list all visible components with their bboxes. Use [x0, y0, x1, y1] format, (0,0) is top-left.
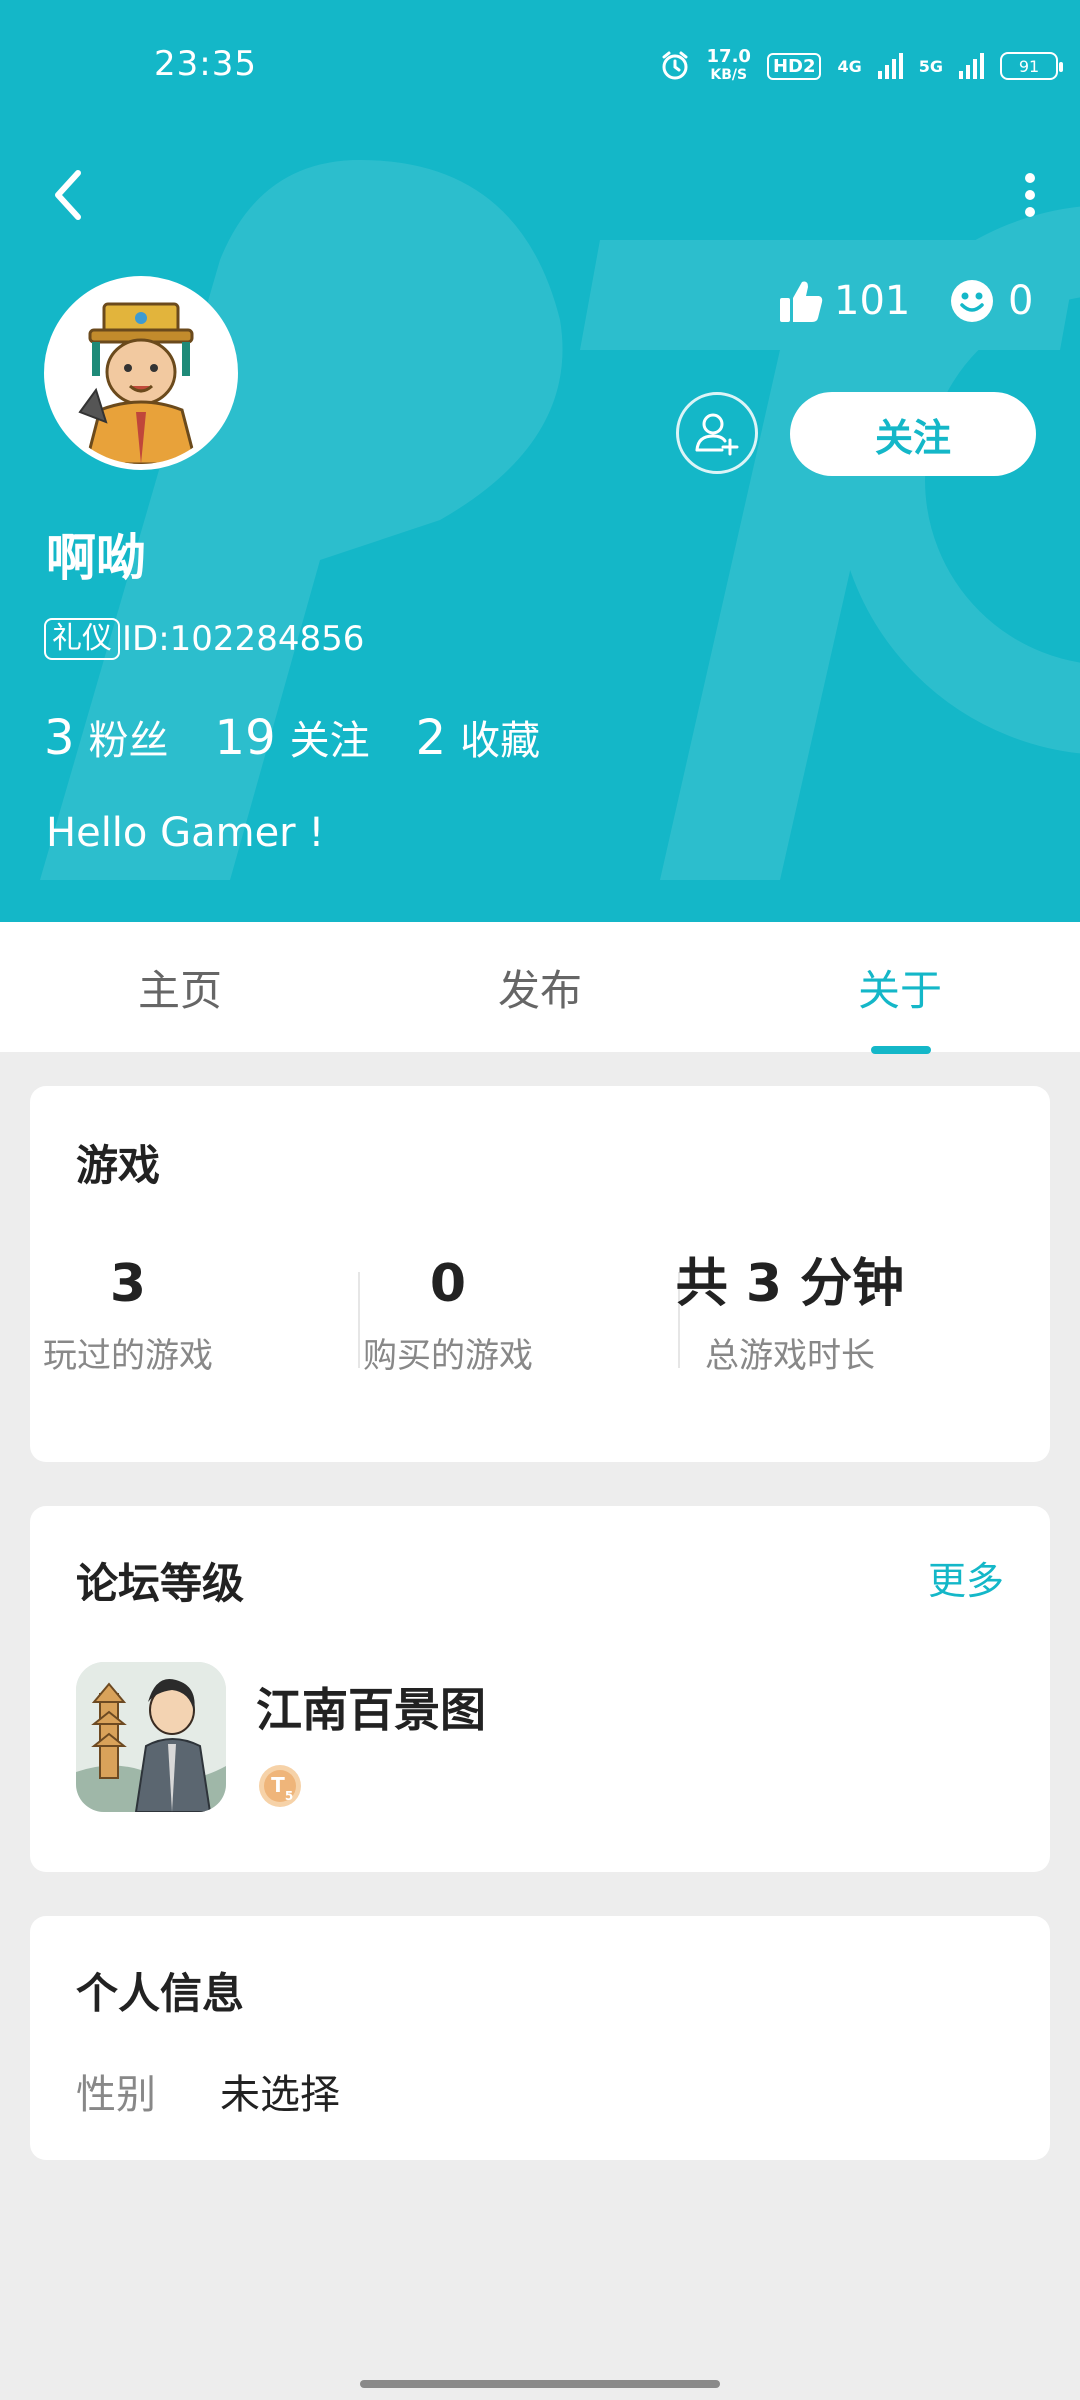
tab-posts[interactable]: 发布: [390, 922, 690, 1052]
personal-info-card: 个人信息 性别 未选择: [30, 1916, 1050, 2160]
battery-icon: 91: [1000, 52, 1063, 80]
game-artwork-icon: [76, 1662, 226, 1812]
status-time: 23:35: [154, 44, 257, 84]
level-badge-letter: T: [271, 1773, 285, 1797]
watermark-logo-icon: [40, 160, 1080, 880]
metric-purchased-games[interactable]: 0 购买的游戏: [288, 1254, 608, 1377]
stats-row: 3 粉丝 19 关注 2 收藏: [44, 708, 540, 766]
games-card-title: 游戏: [76, 1141, 161, 1190]
metric-purchased-value: 0: [429, 1254, 467, 1314]
level-badge-number: 5: [285, 1789, 293, 1803]
add-friend-button[interactable]: [676, 392, 758, 474]
smiley-icon: [951, 280, 993, 322]
smiles-counter[interactable]: 0: [950, 278, 1033, 324]
forum-card-title: 论坛等级: [76, 1559, 245, 1608]
metric-playtime-value: 共 3 分钟: [675, 1254, 905, 1314]
back-arrow-icon: [55, 170, 81, 220]
game-name[interactable]: 江南百景图: [256, 1674, 486, 1740]
games-card: 游戏 3 玩过的游戏 0 购买的游戏 共 3 分钟 总游戏时长: [30, 1086, 1050, 1462]
add-user-icon: [695, 413, 739, 456]
home-indicator[interactable]: [360, 2380, 720, 2388]
smiles-count: 0: [1008, 278, 1034, 324]
follow-button[interactable]: 关注: [790, 392, 1036, 476]
profile-page: 23:35 17.0 KB/S HD2 4G 5G 91 101 0 关注 啊呦…: [0, 0, 1080, 2400]
stat-favorites-label: 收藏: [460, 718, 541, 764]
metric-played-desc: 玩过的游戏: [43, 1336, 213, 1376]
game-icon[interactable]: [76, 1662, 226, 1812]
profile-header: 23:35 17.0 KB/S HD2 4G 5G 91 101 0 关注 啊呦…: [0, 0, 1080, 922]
stat-fans-label: 粉丝: [88, 718, 169, 764]
personal-card-title: 个人信息: [76, 1969, 245, 2018]
metric-total-playtime[interactable]: 共 3 分钟 总游戏时长: [630, 1254, 950, 1377]
metric-played-value: 3: [109, 1254, 147, 1314]
more-vertical-icon: [1025, 173, 1035, 217]
gender-label: 性别: [76, 2072, 156, 2118]
status-bar: 23:35 17.0 KB/S HD2 4G 5G 91: [0, 0, 1080, 130]
level-badge-icon: T 5: [259, 1765, 301, 1807]
likes-count: 101: [834, 278, 911, 324]
thumbs-up-icon: [780, 281, 823, 322]
avatar-cartoon-official-icon: [50, 282, 232, 464]
stat-fans-value: 3: [44, 710, 75, 766]
metric-purchased-desc: 购买的游戏: [363, 1336, 533, 1376]
stat-favorites-value: 2: [415, 710, 447, 766]
stat-following-value: 19: [214, 710, 276, 766]
stat-following-label: 关注: [289, 718, 370, 764]
user-id-row: 礼仪 ID:102284856: [44, 618, 364, 660]
stat-following[interactable]: 19 关注: [215, 708, 370, 766]
signal-icon-2: [959, 53, 984, 79]
metric-played-games[interactable]: 3 玩过的游戏: [0, 1254, 288, 1377]
network-type-5g: 5G: [918, 56, 943, 76]
avatar[interactable]: [44, 276, 238, 470]
stat-favorites[interactable]: 2 收藏: [416, 708, 541, 766]
network-speed: 17.0 KB/S: [707, 48, 751, 84]
user-id: ID:102284856: [122, 619, 365, 659]
back-button[interactable]: [38, 160, 98, 230]
signal-icon: [877, 53, 903, 79]
active-tab-indicator: [871, 1046, 931, 1054]
stat-fans[interactable]: 3 粉丝: [44, 708, 169, 766]
network-type-4g: 4G: [837, 56, 862, 76]
tab-about[interactable]: 关于: [750, 922, 1050, 1052]
tab-home[interactable]: 主页: [30, 922, 330, 1052]
battery-level: 91: [1018, 56, 1040, 76]
user-bio: Hello Gamer !: [46, 810, 325, 856]
likes-counter[interactable]: 101: [778, 278, 910, 324]
speed-unit: KB/S: [710, 67, 748, 83]
profile-tabs: 主页 发布 关于: [0, 922, 1080, 1052]
speed-value: 17.0: [706, 46, 751, 67]
user-name: 啊呦: [46, 529, 146, 587]
gender-value: 未选择: [220, 2072, 340, 2118]
status-icons: 17.0 KB/S HD2 4G 5G 91: [659, 48, 1063, 84]
metric-playtime-desc: 总游戏时长: [705, 1336, 875, 1376]
alarm-icon: [662, 51, 688, 80]
role-badge: 礼仪: [44, 618, 120, 660]
more-options-button[interactable]: [1010, 160, 1050, 230]
forum-level-card: 论坛等级 更多 江南百景图 T 5: [30, 1506, 1050, 1872]
hd-badge: HD2: [766, 52, 822, 80]
more-link[interactable]: 更多: [928, 1550, 1004, 1605]
